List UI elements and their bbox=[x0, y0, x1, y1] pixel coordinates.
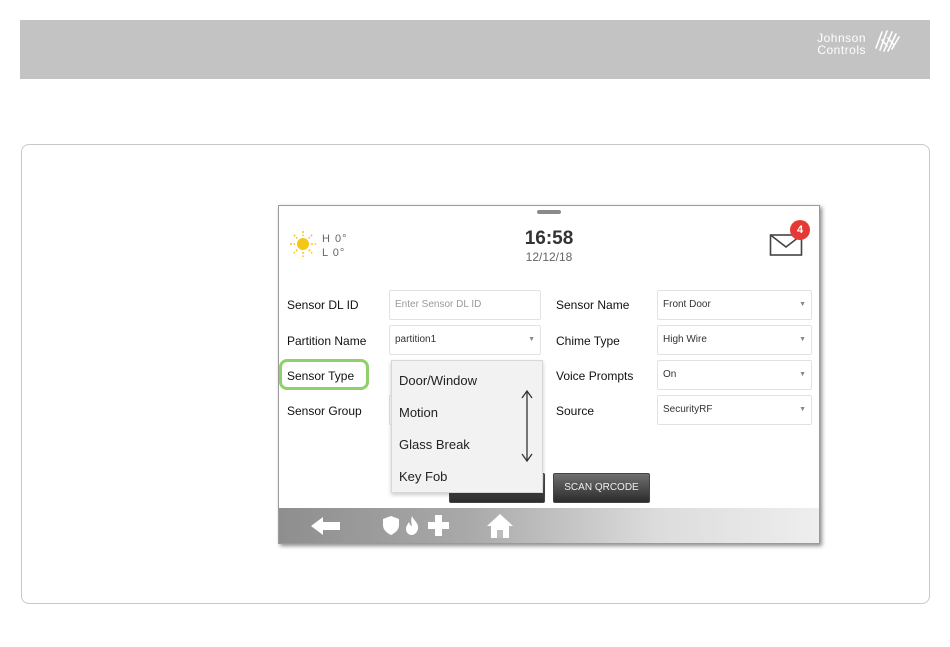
sensor-type-option[interactable]: Glass Break bbox=[399, 437, 470, 452]
sensor-dl-id-input[interactable]: Enter Sensor DL ID bbox=[389, 290, 541, 320]
sensor-dl-id-placeholder: Enter Sensor DL ID bbox=[395, 299, 482, 310]
label-voice-prompts: Voice Prompts bbox=[556, 369, 634, 383]
shield-icon[interactable] bbox=[383, 516, 399, 535]
clock-date: 12/12/18 bbox=[525, 250, 573, 264]
chevron-down-icon: ▼ bbox=[799, 336, 806, 343]
source-select[interactable]: SecurityRF ▼ bbox=[657, 395, 812, 425]
voice-prompts-select[interactable]: On ▼ bbox=[657, 360, 812, 390]
scan-qrcode-button[interactable]: SCAN QRCODE bbox=[553, 473, 650, 503]
logo-mark-icon bbox=[875, 30, 900, 52]
label-sensor-dl-id: Sensor DL ID bbox=[287, 298, 359, 312]
partition-name-value: partition1 bbox=[395, 334, 437, 345]
chime-type-select[interactable]: High Wire ▼ bbox=[657, 325, 812, 355]
chime-type-value: High Wire bbox=[663, 334, 707, 345]
header-bar: Johnson Controls bbox=[20, 20, 930, 79]
medical-cross-icon[interactable] bbox=[428, 515, 449, 536]
bottom-nav-bar bbox=[279, 508, 819, 543]
chevron-down-icon: ▼ bbox=[799, 301, 806, 308]
source-value: SecurityRF bbox=[663, 404, 713, 415]
scroll-arrows-icon bbox=[521, 389, 533, 463]
sensor-type-option[interactable]: Key Fob bbox=[399, 469, 447, 484]
back-arrow-icon[interactable] bbox=[311, 517, 341, 535]
label-sensor-name: Sensor Name bbox=[556, 298, 630, 312]
home-icon[interactable] bbox=[486, 513, 514, 539]
fire-icon[interactable] bbox=[405, 516, 419, 535]
label-partition-name: Partition Name bbox=[287, 334, 367, 348]
label-chime-type: Chime Type bbox=[556, 334, 620, 348]
pull-down-handle[interactable] bbox=[537, 210, 561, 214]
clock: 16:58 12/12/18 bbox=[279, 228, 819, 264]
sensor-type-highlight bbox=[279, 359, 369, 390]
johnson-controls-logo: Johnson Controls bbox=[817, 30, 902, 56]
label-source: Source bbox=[556, 404, 595, 418]
panel-screen: H 0° L 0° 16:58 12/12/18 4 Sensor DL ID … bbox=[278, 205, 820, 544]
label-sensor-group: Sensor Group bbox=[287, 404, 362, 418]
sensor-name-select[interactable]: Front Door ▼ bbox=[657, 290, 812, 320]
sensor-type-dropdown[interactable]: Door/Window Motion Glass Break Key Fob bbox=[391, 360, 543, 493]
sensor-name-value: Front Door bbox=[663, 299, 711, 310]
sensor-type-option[interactable]: Door/Window bbox=[399, 373, 477, 388]
chevron-down-icon: ▼ bbox=[799, 406, 806, 413]
chevron-down-icon: ▼ bbox=[528, 336, 535, 343]
chevron-down-icon: ▼ bbox=[799, 371, 806, 378]
clock-time: 16:58 bbox=[524, 228, 574, 249]
voice-prompts-value: On bbox=[663, 369, 677, 380]
mail-count-badge: 4 bbox=[790, 220, 810, 240]
partition-name-select[interactable]: partition1 ▼ bbox=[389, 325, 541, 355]
sensor-type-option[interactable]: Motion bbox=[399, 405, 438, 420]
